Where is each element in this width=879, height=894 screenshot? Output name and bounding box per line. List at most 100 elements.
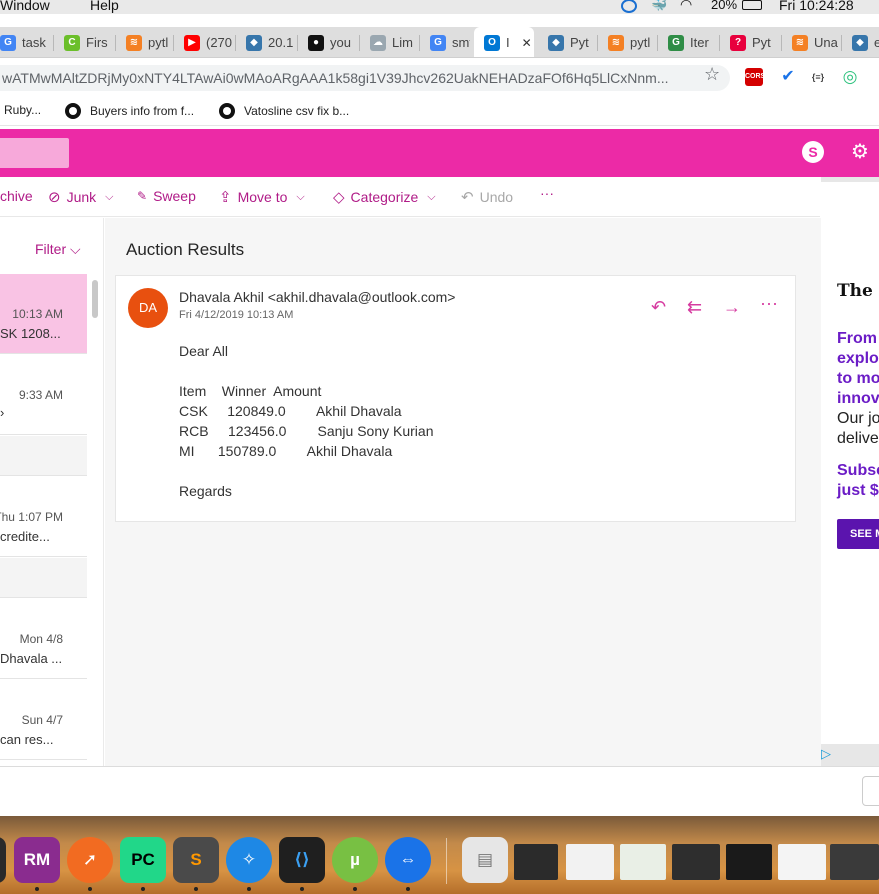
outlook-header: S ⚙ <box>0 129 879 177</box>
message-time: Sun 4/7 <box>21 713 63 727</box>
bookmark-buyers-info[interactable]: Buyers info from f... <box>65 103 194 119</box>
tab-separator <box>657 35 658 51</box>
tab-favicon-icon: ◆ <box>548 34 564 51</box>
browser-tab[interactable]: ● you <box>298 27 356 57</box>
more-actions-label: ··· <box>540 185 554 201</box>
utorrent-icon[interactable]: µ <box>332 837 378 883</box>
browser-tab[interactable]: ≋ Una <box>782 27 838 57</box>
browser-tab[interactable]: ◆ Pyt <box>538 27 594 57</box>
window-thumbnail[interactable] <box>672 844 720 880</box>
window-thumbnail[interactable] <box>726 844 772 880</box>
adchoices-icon[interactable]: ▷ <box>821 746 831 762</box>
ad-see-more-button[interactable]: SEE M <box>837 519 879 549</box>
json-extension-icon[interactable]: {≡} <box>809 68 827 86</box>
docker-menu-icon[interactable]: 🐳 <box>651 0 667 12</box>
bookmark-vatosline[interactable]: Vatosline csv fix b... <box>219 103 349 119</box>
sublime-text-icon[interactable]: S <box>173 837 219 883</box>
bookmark-label: Ruby... <box>4 103 42 117</box>
ad-subscribe-text: Subsc just $ <box>837 462 879 499</box>
junk-button[interactable]: ⊘ Junk ⌵ <box>48 188 114 206</box>
vscode-icon[interactable]: ⟨⟩ <box>279 837 325 883</box>
avatar[interactable]: DA <box>128 288 168 328</box>
chevron-down-icon: ⌵ <box>427 190 436 203</box>
message-time: Thu 1:07 PM <box>0 510 63 524</box>
github-icon <box>219 103 235 119</box>
list-item[interactable]: Thu 1:07 PM credite... <box>0 477 87 557</box>
dock-app-partial[interactable] <box>0 837 6 883</box>
tab-favicon-icon: G <box>668 34 684 51</box>
list-scrollbar[interactable] <box>92 280 98 318</box>
sweep-button[interactable]: ✎ Sweep <box>137 188 196 204</box>
tab-favicon-icon: ☁ <box>370 34 386 51</box>
address-bar-row: wATMwMAltZDRjMy0xNTY4LTAwAi0wMAoARgAAA1k… <box>0 58 879 96</box>
browser-tab[interactable]: ? Pyt <box>720 27 778 57</box>
categorize-button[interactable]: ◇ Categorize ⌵ <box>333 188 436 206</box>
browser-tab[interactable]: ≋ pytl <box>116 27 170 57</box>
tab-favicon-icon: ● <box>308 34 324 51</box>
settings-gear-icon[interactable]: ⚙ <box>849 141 871 163</box>
window-thumbnail[interactable] <box>566 844 614 880</box>
more-options-icon[interactable]: ··· <box>760 293 778 314</box>
list-item[interactable]: Mon 4/8 Dhavala ... <box>0 599 87 679</box>
filter-button[interactable]: Filter ⌵ <box>35 241 81 258</box>
safari-icon[interactable]: ✧ <box>226 837 272 883</box>
battery-percent: 20% <box>711 0 738 12</box>
browser-tab[interactable]: G Iter <box>658 27 716 57</box>
menu-help[interactable]: Help <box>90 0 119 12</box>
sender[interactable]: Dhavala Akhil <akhil.dhavala@outlook.com… <box>179 289 456 305</box>
nyt-ad[interactable]: The New From explo to mo innov Our jo de… <box>821 182 879 744</box>
list-item[interactable]: 10:13 AM SK 1208... <box>0 274 87 354</box>
browser-tab[interactable]: ◆ em <box>842 27 879 57</box>
menubar-clock[interactable]: Fri 10:24:28 <box>779 0 854 12</box>
forward-icon[interactable]: → <box>723 297 741 318</box>
wifi-icon[interactable]: ◠ <box>680 0 692 11</box>
rubymine-icon[interactable]: RM <box>14 837 60 883</box>
tab-favicon-icon: ≋ <box>126 34 142 51</box>
downloads-stack-icon[interactable]: ▤ <box>462 837 508 883</box>
window-thumbnail[interactable] <box>620 844 666 880</box>
checkmark-extension-icon[interactable]: ✔ <box>779 68 797 86</box>
battery-icon[interactable] <box>742 0 762 10</box>
tab-separator <box>419 35 420 51</box>
list-item[interactable]: Sun 4/7 can res... <box>0 680 87 760</box>
tab-favicon-icon: G <box>0 34 16 51</box>
archive-button[interactable]: chive <box>0 188 33 204</box>
email-body: Dear All Item Winner Amount CSK 120849.0… <box>179 341 433 501</box>
window-thumbnail[interactable] <box>514 844 558 880</box>
search-box[interactable] <box>0 138 69 168</box>
menu-window[interactable]: Window <box>0 0 50 12</box>
browser-tab[interactable]: ◆ 20.1 <box>236 27 294 57</box>
close-tab-icon[interactable]: ✕ <box>522 36 532 50</box>
move-to-button[interactable]: ⇪ Move to ⌵ <box>219 188 305 206</box>
teamviewer-icon[interactable]: ⇔ <box>385 837 431 883</box>
pycharm-icon[interactable]: PC <box>120 837 166 883</box>
tab-favicon-icon: O <box>484 34 500 51</box>
reply-icon[interactable]: ↶ <box>651 297 666 318</box>
undo-button[interactable]: ↶ Undo <box>461 188 513 206</box>
tab-separator <box>53 35 54 51</box>
teamviewer-menu-icon[interactable] <box>621 0 637 13</box>
browser-tab[interactable]: O I ✕ <box>474 27 534 57</box>
bookmark-ruby[interactable]: Ruby... <box>4 103 41 117</box>
tab-label: I <box>506 35 510 50</box>
window-thumbnail[interactable] <box>830 844 879 880</box>
cors-extension-icon[interactable]: CORS <box>745 68 765 86</box>
reply-all-icon[interactable]: ⇇ <box>687 297 702 318</box>
list-item[interactable]: 9:33 AM › <box>0 355 87 435</box>
url-field[interactable]: wATMwMAltZDRjMy0xNTY4LTAwAi0wMAoARgAAA1k… <box>0 65 730 91</box>
browser-tab[interactable]: Gtask <box>0 27 52 57</box>
circle-extension-icon[interactable]: ◎ <box>841 68 859 86</box>
window-thumbnail[interactable] <box>778 844 826 880</box>
tab-separator <box>781 35 782 51</box>
browser-tab[interactable]: Gsmt <box>420 27 470 57</box>
postman-icon[interactable]: ➚ <box>67 837 113 883</box>
browser-tab[interactable]: ▶ (270 <box>174 27 232 57</box>
more-actions-button[interactable]: ··· <box>540 185 554 201</box>
browser-tab[interactable]: C Firs <box>54 27 112 57</box>
group-divider <box>0 436 87 476</box>
browser-tab[interactable]: ≋ pytl <box>598 27 654 57</box>
browser-tab[interactable]: ☁ Lim <box>360 27 416 57</box>
bottom-control[interactable] <box>862 776 879 806</box>
bookmark-star-icon[interactable]: ☆ <box>704 64 720 85</box>
skype-icon[interactable]: S <box>802 141 824 163</box>
